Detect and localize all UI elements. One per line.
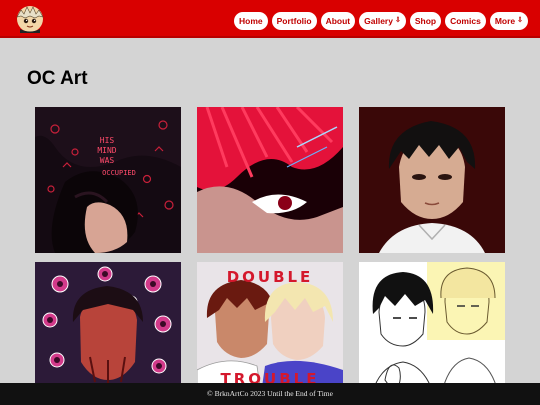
artwork-red-hair-closeup[interactable] — [197, 107, 343, 253]
site-header: Home Portfolio About Gallery ⇩ Shop Comic… — [0, 0, 540, 38]
site-footer: © BrknArtCo 2023 Until the End of Time — [0, 383, 540, 405]
nav-gallery-dropdown[interactable]: Gallery ⇩ — [359, 12, 406, 30]
artwork-his-mind-was-occupied-image: HIS MIND WAS OCCUPIED — [35, 107, 181, 253]
artwork-red-hair-closeup-image — [197, 107, 343, 253]
nav-more-dropdown[interactable]: More ⇩ — [489, 12, 528, 30]
copyright-text: © BrknArtCo 2023 Until the End of Time — [207, 389, 333, 398]
nav-about-label: About — [325, 16, 351, 26]
page-title: OC Art — [27, 68, 88, 89]
nav-portfolio-label: Portfolio — [276, 16, 312, 26]
dropdown-arrow-icon: ⇩ — [394, 17, 401, 24]
nav-comics[interactable]: Comics — [445, 12, 486, 30]
artwork-dark-hair-portrait-image — [359, 107, 505, 253]
artwork-dark-hair-portrait[interactable] — [359, 107, 505, 253]
artwork-caption-line-4: OCCUPIED — [102, 169, 136, 177]
nav-portfolio[interactable]: Portfolio — [271, 12, 317, 30]
main-navigation: Home Portfolio About Gallery ⇩ Shop Comic… — [234, 12, 528, 30]
nav-gallery-label: Gallery — [364, 16, 393, 26]
artwork-caption-line-3: WAS — [100, 156, 115, 165]
nav-more-label: More — [494, 16, 516, 26]
artwork-his-mind-was-occupied[interactable]: HIS MIND WAS OCCUPIED — [35, 107, 181, 253]
nav-shop-label: Shop — [414, 16, 437, 26]
nav-shop[interactable]: Shop — [409, 12, 442, 30]
dropdown-arrow-icon: ⇩ — [517, 17, 523, 24]
artwork-title-double: DOUBLE — [227, 268, 314, 286]
nav-comics-label: Comics — [450, 16, 481, 26]
nav-about[interactable]: About — [320, 12, 356, 30]
artwork-caption-line-1: HIS — [100, 136, 115, 145]
artwork-caption-line-2: MIND — [97, 146, 116, 155]
chibi-character-logo-icon[interactable] — [15, 4, 45, 34]
nav-home-label: Home — [239, 16, 263, 26]
nav-home[interactable]: Home — [234, 12, 268, 30]
